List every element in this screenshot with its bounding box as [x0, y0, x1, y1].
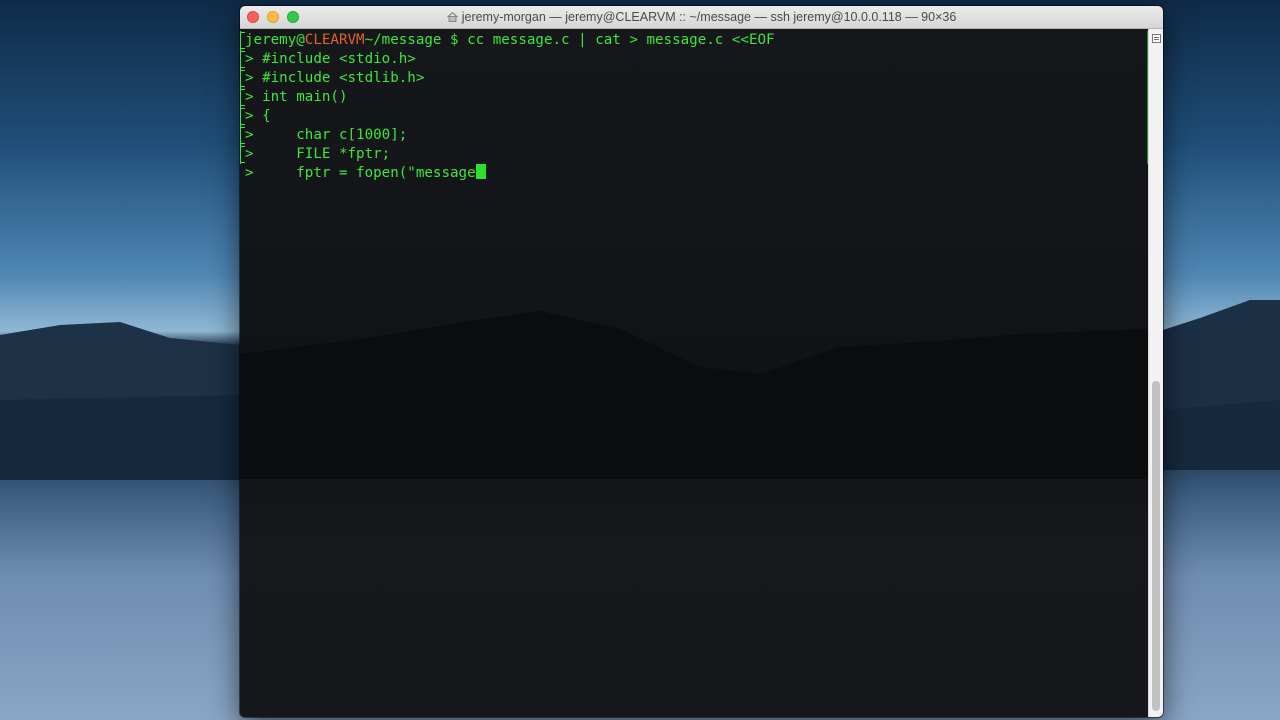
heredoc-text: int main(): [262, 89, 348, 105]
heredoc-line: > FILE *fptr;: [240, 145, 1148, 164]
heredoc-text: FILE *fptr;: [262, 146, 391, 162]
heredoc-line: > #include <stdio.h>: [240, 50, 1148, 69]
heredoc-line: > int main(): [240, 88, 1148, 107]
home-folder-icon: [446, 12, 458, 22]
terminal-content[interactable]: jeremy@CLEARVM~/message $ cc message.c |…: [240, 29, 1148, 717]
text-cursor: [475, 164, 486, 179]
terminal-lines: jeremy@CLEARVM~/message $ cc message.c |…: [240, 31, 1148, 183]
heredoc-line: > char c[1000];: [240, 126, 1148, 145]
window-title-text: jeremy-morgan — jeremy@CLEARVM :: ~/mess…: [461, 10, 957, 24]
command-text: cc message.c | cat > message.c <<EOF: [467, 32, 775, 48]
heredoc-text: #include <stdio.h>: [262, 51, 416, 67]
prompt-user: jeremy@: [245, 32, 305, 48]
title-bar[interactable]: jeremy-morgan — jeremy@CLEARVM :: ~/mess…: [240, 6, 1163, 29]
current-input-line[interactable]: > fptr = fopen("message: [240, 164, 1148, 183]
prompt-symbol: $: [441, 32, 468, 48]
split-pane-icon[interactable]: [1152, 34, 1161, 43]
heredoc-line: > #include <stdlib.h>: [240, 69, 1148, 88]
heredoc-line: > {: [240, 107, 1148, 126]
heredoc-text: char c[1000];: [262, 127, 408, 143]
scrollbar-thumb[interactable]: [1152, 381, 1160, 711]
command-line: jeremy@CLEARVM~/message $ cc message.c |…: [240, 31, 1148, 50]
terminal-window[interactable]: jeremy-morgan — jeremy@CLEARVM :: ~/mess…: [240, 6, 1163, 717]
heredoc-text: fptr = fopen("message: [262, 165, 476, 181]
window-title: jeremy-morgan — jeremy@CLEARVM :: ~/mess…: [240, 6, 1163, 28]
prompt-host: CLEARVM: [304, 32, 365, 48]
prompt-path: ~/message: [364, 32, 442, 48]
vertical-scrollbar[interactable]: [1148, 29, 1163, 717]
heredoc-text: {: [262, 108, 271, 124]
heredoc-text: #include <stdlib.h>: [262, 70, 425, 86]
